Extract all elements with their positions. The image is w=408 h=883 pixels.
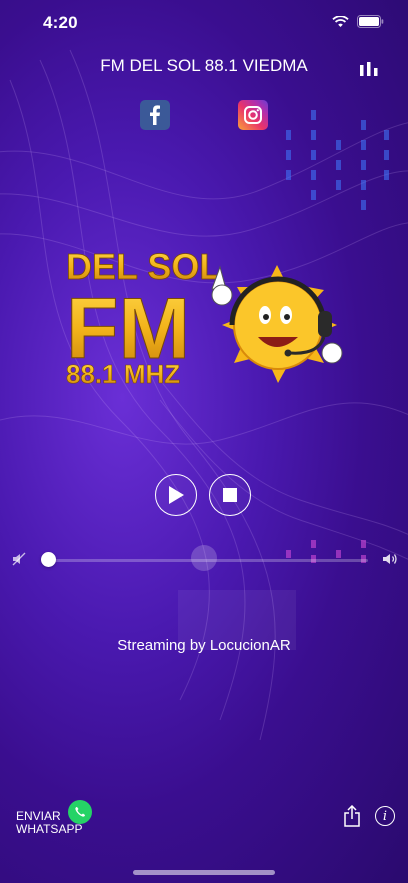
status-icons <box>332 15 384 28</box>
play-icon <box>169 486 184 504</box>
stop-icon <box>223 488 237 502</box>
wifi-icon <box>332 15 349 27</box>
info-icon[interactable]: i <box>375 806 395 826</box>
phone-icon <box>75 807 85 817</box>
playback-controls <box>155 474 251 516</box>
airplay-ghost-thumb <box>191 545 217 571</box>
status-bar: 4:20 <box>0 0 408 46</box>
share-icon[interactable] <box>343 805 361 827</box>
play-button[interactable] <box>155 474 197 516</box>
volume-thumb[interactable] <box>41 552 57 567</box>
battery-icon <box>357 15 384 28</box>
equalizer-bars-icon[interactable] <box>360 62 378 76</box>
sun-mascot-icon <box>211 265 343 383</box>
background <box>0 0 408 883</box>
facebook-icon <box>150 105 160 125</box>
streaming-credit: Streaming by LocucionAR <box>117 637 291 654</box>
logo-frequency: 88.1 MHZ <box>66 359 180 389</box>
instagram-icon <box>244 106 262 124</box>
whatsapp-icon <box>68 800 92 824</box>
whatsapp-label-line2: WHATSAPP <box>16 822 83 836</box>
whatsapp-button[interactable]: ENVIAR WHATSAPP <box>16 800 96 842</box>
volume-up-icon <box>383 554 397 564</box>
facebook-button[interactable] <box>140 100 170 130</box>
station-title: FM DEL SOL 88.1 VIEDMA <box>100 56 308 75</box>
home-indicator <box>133 870 275 875</box>
stop-button[interactable] <box>209 474 251 516</box>
volume-mute-icon <box>12 552 26 566</box>
status-time: 4:20 <box>43 13 78 32</box>
station-logo: DEL SOL FM 88.1 MHZ <box>66 246 343 389</box>
instagram-button[interactable] <box>238 100 268 130</box>
